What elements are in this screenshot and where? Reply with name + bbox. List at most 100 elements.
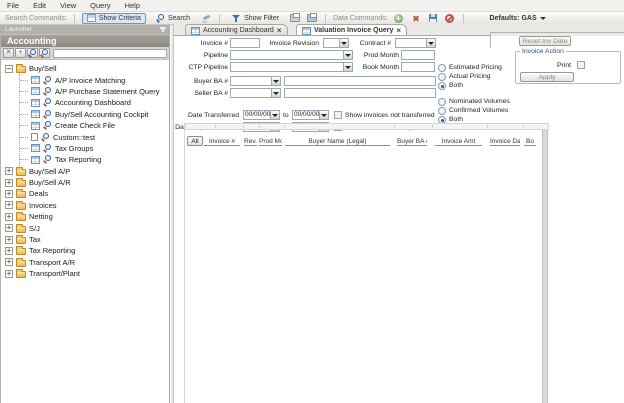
contract-combo[interactable]: [395, 38, 436, 48]
buyer-ba-name-input[interactable]: [284, 76, 436, 86]
clear-icon: [202, 14, 211, 23]
print-preview-button[interactable]: [306, 13, 318, 24]
column-header-buyer-name[interactable]: Buyer Name (Legal): [285, 137, 390, 146]
show-not-transferred-checkbox[interactable]: [334, 111, 342, 119]
dropdown-button[interactable]: [270, 111, 279, 119]
expand-icon[interactable]: +: [5, 247, 13, 255]
expand-all-button[interactable]: +: [15, 48, 26, 58]
launcher-search-input[interactable]: [53, 49, 167, 58]
expand-icon[interactable]: +: [5, 167, 13, 175]
tree-leaf-query[interactable]: A/P Purchase Statement Query: [20, 86, 169, 97]
column-header-invoice-amt[interactable]: Invoice Amt: [435, 137, 482, 146]
expand-icon[interactable]: +: [5, 190, 13, 198]
close-icon[interactable]: ×: [396, 27, 401, 35]
reset-inv-date-button[interactable]: Reset Inv Date: [519, 36, 571, 46]
toolbar-separator: [463, 14, 464, 23]
confirmed-volumes-radio[interactable]: [438, 107, 446, 115]
menu-query[interactable]: Query: [90, 1, 110, 10]
collapse-all-button[interactable]: ✕: [3, 48, 14, 58]
search-button[interactable]: Search: [151, 13, 195, 24]
show-criteria-button[interactable]: Show Criteria: [82, 13, 146, 24]
table-icon: [31, 99, 40, 107]
tab-accounting-dashboard[interactable]: Accounting Dashboard ×: [185, 24, 288, 36]
column-header-buyer-ba[interactable]: Buyer BA #: [397, 137, 427, 146]
tree-node-buysell[interactable]: − Buy/Sell: [5, 63, 169, 74]
tree-leaf-query[interactable]: A/P Invoice Matching: [20, 74, 169, 85]
book-month-label: Book Month: [349, 63, 399, 72]
column-header-rev[interactable]: Rev.: [244, 137, 257, 146]
tree-leaf-custom[interactable]: Custom::test: [20, 131, 169, 142]
estimated-pricing-radio[interactable]: [438, 64, 446, 72]
tree-node-folder[interactable]: + Transport A/R: [5, 257, 169, 268]
print-checkbox[interactable]: [577, 61, 585, 69]
tree-node-folder[interactable]: + Netting: [5, 211, 169, 222]
tree-leaf-query[interactable]: Accounting Dashboard: [20, 97, 169, 108]
menu-edit[interactable]: Edit: [33, 1, 46, 10]
dropdown-button[interactable]: [271, 77, 280, 85]
column-header-invoice-date[interactable]: Invoice Date: [490, 137, 520, 146]
tree-node-folder[interactable]: + Tax Reporting: [5, 245, 169, 256]
date-transferred-from-picker[interactable]: 00/00/0000: [243, 110, 280, 120]
tree-node-folder[interactable]: + Buy/Sell A/P: [5, 166, 169, 177]
cancel-changes-button[interactable]: [444, 13, 456, 24]
print-button[interactable]: [289, 13, 301, 24]
find-next-button[interactable]: [39, 48, 50, 58]
dropdown-button[interactable]: [426, 39, 435, 47]
tree-leaf-query[interactable]: Tax Groups: [20, 143, 169, 154]
clear-criteria-button[interactable]: [200, 13, 212, 24]
select-all-button[interactable]: All: [187, 136, 203, 146]
show-filter-button[interactable]: Show Filter: [227, 13, 284, 24]
tab-valuation-invoice-query[interactable]: Valuation Invoice Query ×: [296, 24, 407, 36]
dropdown-button[interactable]: [319, 111, 328, 119]
tree-node-folder[interactable]: + Tax: [5, 234, 169, 245]
date-transferred-to-picker[interactable]: 00/00/0000: [292, 110, 329, 120]
pipeline-combo[interactable]: [230, 50, 353, 60]
nominated-volumes-radio[interactable]: [438, 98, 446, 106]
tree-node-label: S/J: [29, 224, 40, 233]
column-header-invoice-number[interactable]: Invoice #: [204, 137, 240, 146]
seller-ba-combo[interactable]: [230, 88, 281, 98]
tree-leaf-query[interactable]: Buy/Sell Accounting Cockpit: [20, 109, 169, 120]
find-button[interactable]: [27, 48, 38, 58]
expand-icon[interactable]: +: [5, 179, 13, 187]
prod-month-input[interactable]: [401, 50, 435, 60]
tree-node-folder[interactable]: + Deals: [5, 188, 169, 199]
tree-node-folder[interactable]: + S/J: [5, 222, 169, 233]
expand-icon[interactable]: +: [5, 201, 13, 209]
contract-number-label: Contract #: [334, 39, 391, 48]
expand-icon[interactable]: +: [5, 258, 13, 266]
column-header-book-month[interactable]: Bo: [524, 137, 536, 146]
expand-icon[interactable]: +: [5, 224, 13, 232]
actual-pricing-radio[interactable]: [438, 73, 446, 81]
folder-icon: [16, 237, 26, 244]
add-record-button[interactable]: [393, 13, 405, 24]
collapse-icon[interactable]: −: [5, 65, 13, 73]
tree-node-folder[interactable]: + Invoices: [5, 200, 169, 211]
book-month-input[interactable]: [401, 62, 435, 72]
close-icon[interactable]: ×: [277, 27, 282, 35]
delete-record-button[interactable]: [410, 13, 422, 24]
seller-ba-name-input[interactable]: [284, 88, 436, 98]
pin-icon[interactable]: [162, 27, 164, 32]
grid-vertical-scrollbar[interactable]: [542, 130, 548, 403]
dropdown-button[interactable]: [271, 89, 280, 97]
defaults-dropdown[interactable]: Defaults: GAS: [485, 13, 551, 24]
menu-file[interactable]: File: [7, 1, 19, 10]
tree-node-folder[interactable]: + Transport/Plant: [5, 268, 169, 279]
confirmed-volumes-label: Confirmed Volumes: [449, 107, 508, 115]
menu-view[interactable]: View: [60, 1, 76, 10]
tree-leaf-query[interactable]: Create Check File: [20, 120, 169, 131]
expand-icon[interactable]: +: [5, 213, 13, 221]
column-header-prod-mo[interactable]: Prod Mo: [259, 137, 282, 146]
menu-help[interactable]: Help: [125, 1, 140, 10]
expand-icon[interactable]: +: [5, 270, 13, 278]
ctp-pipeline-combo[interactable]: [230, 62, 353, 72]
buyer-ba-combo[interactable]: [230, 76, 281, 86]
pricing-both-radio[interactable]: [438, 82, 446, 90]
save-button[interactable]: [427, 13, 439, 24]
tree-node-folder[interactable]: + Buy/Sell A/R: [5, 177, 169, 188]
tree-leaf-query[interactable]: Tax Reporting: [20, 154, 169, 165]
invoice-number-input[interactable]: [230, 38, 260, 48]
apply-button[interactable]: Apply: [520, 72, 574, 82]
expand-icon[interactable]: +: [5, 236, 13, 244]
